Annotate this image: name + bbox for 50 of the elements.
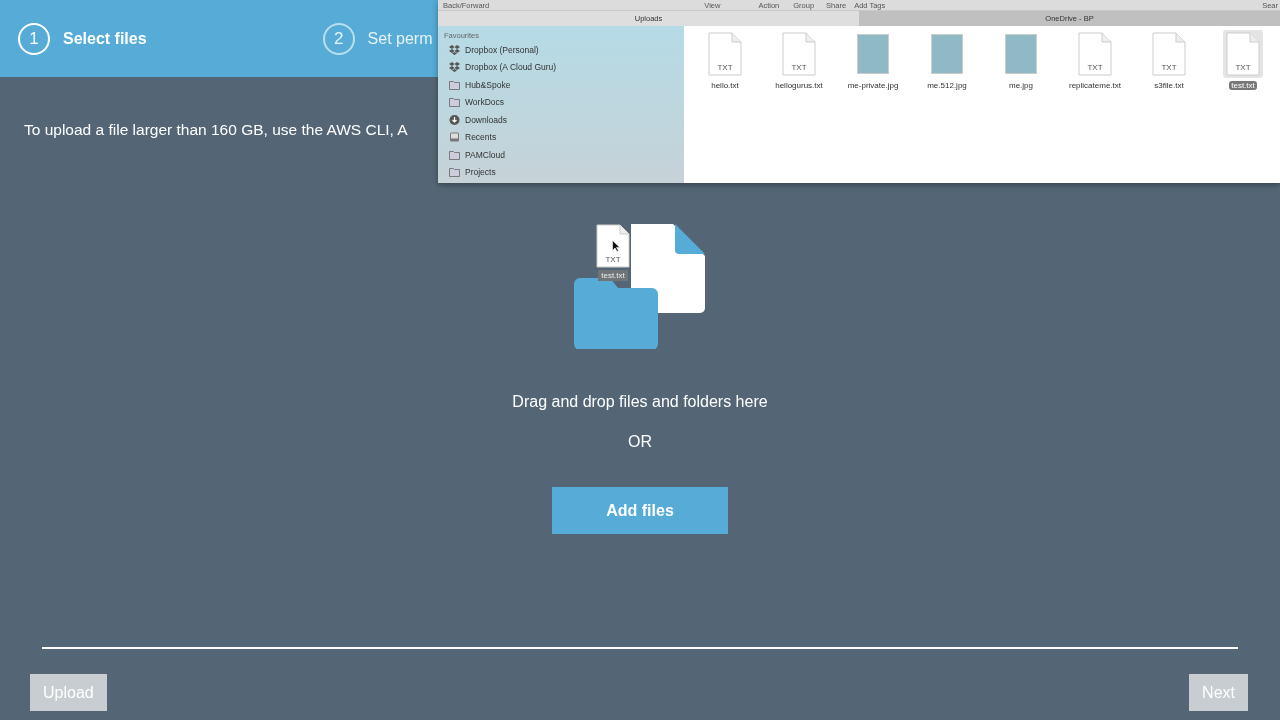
file-type-label: TXT bbox=[1160, 63, 1178, 72]
sidebar-item[interactable]: Downloads bbox=[465, 114, 508, 125]
file-type-label: TXT bbox=[1234, 63, 1252, 72]
cursor-icon bbox=[612, 240, 620, 252]
photo-placeholder bbox=[1005, 34, 1037, 74]
file-name[interactable]: me-private.jpg bbox=[845, 81, 901, 90]
monitor-icon bbox=[449, 132, 460, 143]
sidebar-item[interactable]: WorkDocs bbox=[465, 97, 505, 108]
file-type-label: TXT bbox=[604, 255, 622, 264]
file-type-label: TXT bbox=[1086, 63, 1104, 72]
file-name[interactable]: hellogurus.txt bbox=[773, 81, 825, 90]
dropbox-icon bbox=[449, 62, 460, 73]
photo-placeholder bbox=[857, 34, 889, 74]
sidebar-item[interactable]: Projects bbox=[465, 167, 496, 178]
file-name[interactable]: replicateme.txt bbox=[1067, 81, 1123, 90]
sidebar-item[interactable]: Dropbox (A Cloud Guru) bbox=[465, 62, 557, 73]
document-icon bbox=[1152, 32, 1186, 76]
document-icon bbox=[1078, 32, 1112, 76]
file-tile[interactable]: TXT bbox=[1223, 30, 1263, 78]
file-name[interactable]: hello.txt bbox=[709, 81, 741, 90]
file-tile[interactable]: TXT bbox=[779, 30, 819, 78]
document-icon bbox=[782, 32, 816, 76]
or-separator: OR bbox=[628, 433, 652, 451]
document-icon bbox=[708, 32, 742, 76]
sidebar-item[interactable]: Dropbox (Personal) bbox=[465, 44, 539, 55]
sidebar-item[interactable]: PAMCloud bbox=[465, 149, 505, 160]
drop-instructions: Drag and drop files and folders here bbox=[512, 393, 768, 411]
folder-icon bbox=[449, 97, 460, 108]
folder-icon bbox=[449, 149, 460, 160]
photo-placeholder bbox=[931, 34, 963, 74]
folder-icon bbox=[449, 167, 460, 178]
file-tile[interactable]: TXT bbox=[705, 30, 745, 78]
download-icon bbox=[449, 114, 460, 125]
dropbox-icon bbox=[449, 44, 460, 55]
file-name[interactable]: me.jpg bbox=[1007, 81, 1035, 90]
file-tile[interactable]: TXT bbox=[1075, 30, 1115, 78]
file-tile[interactable]: TXT bbox=[1149, 30, 1189, 78]
sidebar-item[interactable]: Hub&Spoke bbox=[465, 79, 511, 90]
dragged-file-name: test.txt bbox=[598, 270, 628, 281]
file-type-label: TXT bbox=[790, 63, 808, 72]
notice-text: To upload a file larger than 160 GB, use the AWS CLI, A bbox=[24, 121, 408, 139]
file-folder-icon bbox=[574, 224, 706, 349]
folder-icon bbox=[449, 79, 460, 90]
file-name[interactable]: s3file.txt bbox=[1152, 81, 1186, 90]
document-icon bbox=[1226, 32, 1260, 76]
file-name[interactable]: me.512.jpg bbox=[925, 81, 969, 90]
file-type-label: TXT bbox=[716, 63, 734, 72]
sidebar-item[interactable]: Recents bbox=[465, 132, 497, 143]
file-name[interactable]: test.txt bbox=[1229, 81, 1257, 90]
document-icon bbox=[596, 224, 630, 268]
